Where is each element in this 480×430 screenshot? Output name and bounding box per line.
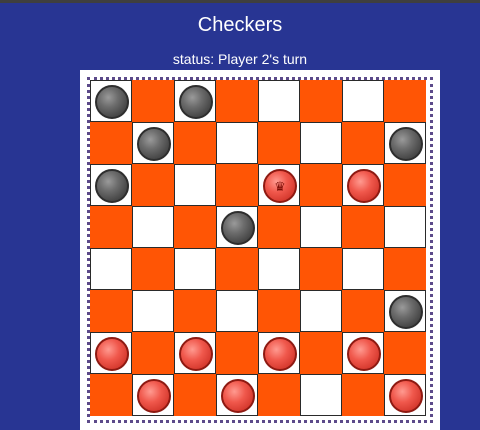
board-square[interactable] [90,206,132,248]
board-square[interactable] [300,332,342,374]
board-square[interactable] [342,122,384,164]
board-square[interactable] [216,290,258,332]
board-frame: ♛ [80,70,440,430]
game-status: status: Player 2's turn [172,51,308,67]
board-square[interactable] [132,332,174,374]
board-square[interactable] [174,206,216,248]
board-square[interactable] [258,206,300,248]
board-square[interactable] [300,164,342,206]
board-square[interactable] [132,374,174,416]
red-piece[interactable] [221,379,255,413]
window-top-edge [0,0,480,3]
board-square[interactable] [342,332,384,374]
board-square[interactable] [174,80,216,122]
board-square[interactable] [90,290,132,332]
red-piece[interactable] [95,337,129,371]
board-square[interactable]: ♛ [258,164,300,206]
board-square[interactable] [300,80,342,122]
board-square[interactable] [90,122,132,164]
page-title: Checkers [197,14,283,36]
board-square[interactable] [216,332,258,374]
red-piece[interactable] [137,379,171,413]
board-square[interactable] [132,80,174,122]
red-piece[interactable] [179,337,213,371]
board-square[interactable] [300,374,342,416]
board-square[interactable] [342,164,384,206]
board-square[interactable] [384,248,426,290]
black-piece[interactable] [221,211,255,245]
board-square[interactable] [216,80,258,122]
board-square[interactable] [90,374,132,416]
board-square[interactable] [258,332,300,374]
board-square[interactable] [384,332,426,374]
board-square[interactable] [384,206,426,248]
board-square[interactable] [216,374,258,416]
crown-icon: ♛ [274,178,286,194]
board-square[interactable] [384,80,426,122]
board-square[interactable] [384,122,426,164]
board-square[interactable] [216,248,258,290]
board-square[interactable] [216,122,258,164]
board-square[interactable] [258,80,300,122]
board-square[interactable] [258,248,300,290]
board-square[interactable] [174,248,216,290]
board-square[interactable] [384,290,426,332]
board-square[interactable] [90,164,132,206]
board-square[interactable] [174,332,216,374]
board-square[interactable] [342,248,384,290]
board-square[interactable] [258,290,300,332]
board-square[interactable] [174,164,216,206]
black-piece[interactable] [179,85,213,119]
board-square[interactable] [216,164,258,206]
board-square[interactable] [300,248,342,290]
board-square[interactable] [342,80,384,122]
board-square[interactable] [342,374,384,416]
board-square[interactable] [90,80,132,122]
red-piece[interactable] [347,169,381,203]
board-square[interactable] [132,122,174,164]
red-piece[interactable] [347,337,381,371]
board-square[interactable] [132,248,174,290]
board-square[interactable] [300,206,342,248]
board-square[interactable] [384,164,426,206]
black-piece[interactable] [95,85,129,119]
board-square[interactable] [90,248,132,290]
board-square[interactable] [216,206,258,248]
board-square[interactable] [132,164,174,206]
red-piece-king[interactable]: ♛ [263,169,297,203]
board-square[interactable] [300,290,342,332]
board-square[interactable] [258,122,300,164]
board-square[interactable] [174,374,216,416]
board-square[interactable] [258,374,300,416]
board-square[interactable] [300,122,342,164]
black-piece[interactable] [389,295,423,329]
board-square[interactable] [342,206,384,248]
black-piece[interactable] [137,127,171,161]
board-square[interactable] [90,332,132,374]
board-square[interactable] [342,290,384,332]
board-square[interactable] [174,290,216,332]
board-square[interactable] [384,374,426,416]
board-square[interactable] [132,206,174,248]
black-piece[interactable] [95,169,129,203]
board-square[interactable] [174,122,216,164]
red-piece[interactable] [263,337,297,371]
black-piece[interactable] [389,127,423,161]
red-piece[interactable] [389,379,423,413]
board-square[interactable] [132,290,174,332]
checkers-board: ♛ [90,80,426,416]
